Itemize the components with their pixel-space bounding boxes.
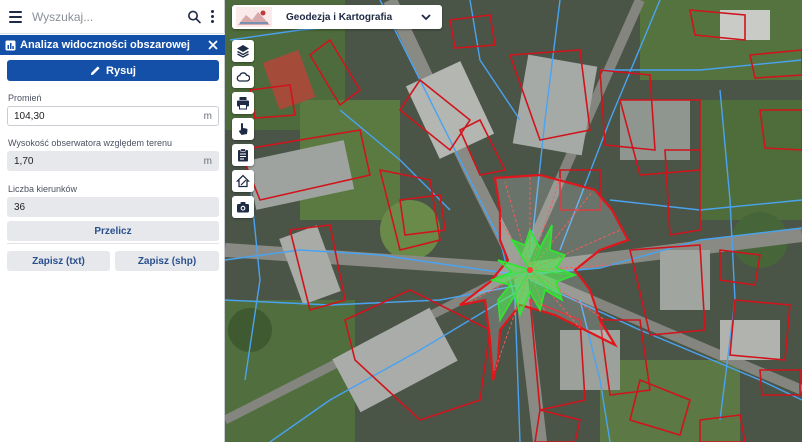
- touch-icon: [238, 123, 248, 135]
- radius-unit: m: [203, 110, 212, 122]
- camera-button[interactable]: [232, 196, 254, 218]
- draw-button[interactable]: Rysuj: [7, 60, 219, 81]
- search-icon[interactable]: [187, 9, 202, 25]
- radius-field[interactable]: 104,30 m: [7, 106, 219, 126]
- observer-height-unit: m: [203, 155, 212, 167]
- directions-value: 36: [14, 201, 26, 213]
- app-selector[interactable]: Geodezja i Kartografia: [232, 5, 442, 29]
- close-panel-button[interactable]: [205, 37, 221, 53]
- layers-button[interactable]: [232, 40, 254, 62]
- directions-field[interactable]: 36: [7, 197, 219, 217]
- home-measure-button[interactable]: [232, 170, 254, 192]
- draw-button-label: Rysuj: [106, 64, 136, 77]
- left-panel: Analiza widoczności obszarowej Rysuj Pro…: [0, 0, 225, 442]
- search-bar: [0, 0, 225, 34]
- directions-label: Liczba kierunków: [8, 184, 78, 194]
- observer-height-field[interactable]: 1,70 m: [7, 151, 219, 171]
- panel-title: Analiza widoczności obszarowej: [20, 39, 190, 51]
- menu-icon[interactable]: [9, 10, 22, 23]
- radius-value: 104,30: [14, 110, 45, 122]
- save-txt-button[interactable]: Zapisz (txt): [7, 251, 110, 271]
- radius-label: Promień: [8, 93, 42, 103]
- clipboard-button[interactable]: [232, 144, 254, 166]
- search-input[interactable]: [31, 9, 187, 24]
- recalculate-button[interactable]: Przelicz: [7, 221, 219, 241]
- home-measure-icon: [236, 174, 250, 188]
- camera-icon: [237, 202, 249, 213]
- divider: [7, 243, 219, 244]
- cloud-button[interactable]: [232, 66, 254, 88]
- cloud-icon: [236, 72, 250, 82]
- layers-icon: [237, 45, 249, 58]
- print-button[interactable]: [232, 92, 254, 114]
- print-icon: [237, 97, 249, 110]
- clipboard-icon: [238, 148, 248, 162]
- pencil-icon: [90, 66, 100, 76]
- chevron-down-icon: [421, 14, 431, 21]
- panel-header: Analiza widoczności obszarowej: [0, 35, 225, 55]
- touch-button[interactable]: [232, 118, 254, 140]
- save-shp-button[interactable]: Zapisz (shp): [115, 251, 219, 271]
- observer-height-value: 1,70: [14, 155, 34, 167]
- app-logo-icon: [236, 7, 272, 27]
- close-icon: [208, 40, 218, 50]
- app-name: Geodezja i Kartografia: [286, 11, 393, 23]
- more-options-icon[interactable]: [208, 10, 217, 23]
- observer-point: [527, 267, 533, 273]
- observer-height-label: Wysokość obserwatora względem terenu: [8, 138, 172, 148]
- bar-chart-icon: [5, 40, 16, 50]
